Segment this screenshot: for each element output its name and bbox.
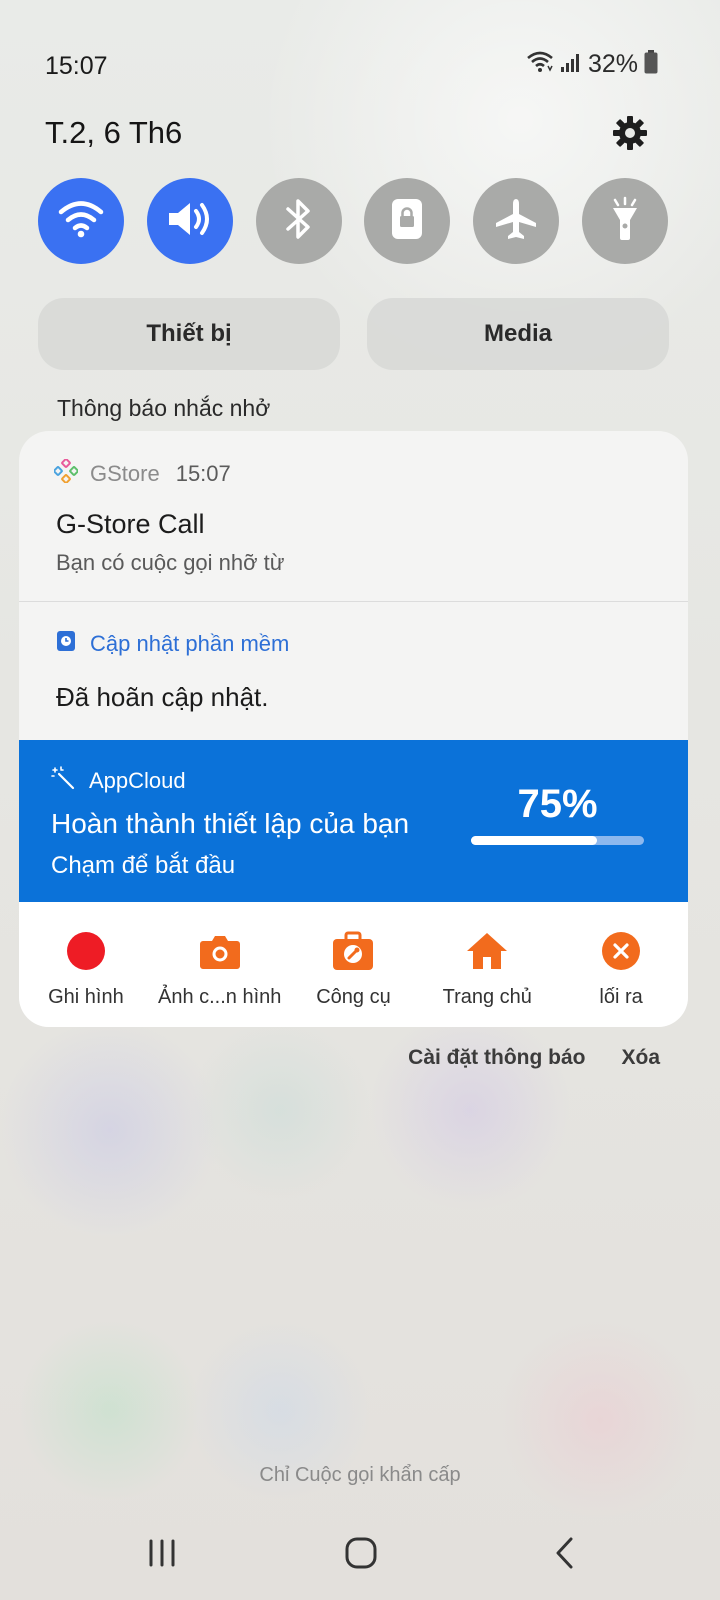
- action-label: lối ra: [599, 986, 643, 1008]
- notification-time: 15:07: [175, 461, 231, 486]
- notification-header: AppCloud: [51, 766, 186, 796]
- app-name: AppCloud: [89, 768, 186, 793]
- screenshot-action[interactable]: Ảnh c...n hình: [153, 902, 287, 1027]
- action-label: Ảnh c...n hình: [157, 986, 282, 1008]
- exit-icon: [600, 930, 642, 972]
- airplane-icon: [493, 196, 539, 247]
- notification-text: Bạn có cuộc gọi nhỡ từ: [56, 550, 285, 575]
- notification-footer: Cài đặt thông báo Xóa: [408, 1046, 660, 1070]
- quick-toggles: [38, 178, 668, 264]
- recent-apps-icon: [147, 1538, 177, 1573]
- software-update-notification[interactable]: Cập nhật phần mềm Đã hoãn cập nhật.: [19, 602, 688, 740]
- notification-card: GStore 15:07 G-Store Call Bạn có cuộc gọ…: [19, 431, 688, 1027]
- media-button[interactable]: Media: [367, 298, 669, 370]
- recent-apps-button[interactable]: [137, 1530, 187, 1580]
- bluetooth-toggle[interactable]: [255, 178, 342, 264]
- software-update-icon: [56, 630, 76, 658]
- clear-all-link[interactable]: Xóa: [621, 1046, 660, 1070]
- device-button[interactable]: Thiết bị: [38, 298, 340, 370]
- battery-percent: 32%: [587, 50, 638, 78]
- bluetooth-icon: [282, 197, 316, 246]
- home-action[interactable]: Trang chủ: [420, 902, 554, 1027]
- notification-header: Cập nhật phần mềm: [56, 630, 289, 658]
- action-label: Trang chủ: [442, 986, 532, 1008]
- flashlight-toggle[interactable]: [581, 178, 668, 264]
- back-button[interactable]: [540, 1530, 590, 1580]
- progress-bar-fill: [471, 836, 598, 845]
- date-label: T.2, 6 Th6: [45, 115, 183, 150]
- wifi-icon: [58, 199, 104, 244]
- camera-icon: [199, 930, 241, 972]
- action-label: Ghi hình: [48, 986, 124, 1008]
- quick-actions-bar: Ghi hình Ảnh c...n hình Công cụ Trang ch…: [19, 902, 688, 1027]
- battery-icon: [644, 50, 658, 79]
- progress-percent: 75%: [517, 782, 598, 826]
- record-icon: [65, 930, 107, 972]
- app-name: GStore: [90, 461, 160, 486]
- exit-action[interactable]: lối ra: [554, 902, 688, 1027]
- magic-wand-icon: [51, 766, 75, 796]
- action-label: Công cụ: [316, 986, 391, 1008]
- section-label: Thông báo nhắc nhở: [57, 395, 271, 421]
- signal-icon: [560, 51, 582, 78]
- notification-title: Hoàn thành thiết lập của bạn: [51, 808, 410, 839]
- progress-bar: [471, 836, 644, 845]
- gstore-icon: [53, 458, 79, 489]
- status-icons: 32%: [526, 50, 658, 79]
- screen-lock-toggle[interactable]: [364, 178, 451, 264]
- notification-text: Đã hoãn cập nhật.: [56, 682, 269, 712]
- speaker-icon: [166, 199, 214, 244]
- notification-settings-link[interactable]: Cài đặt thông báo: [408, 1046, 585, 1070]
- notification-text: Chạm để bắt đầu: [51, 852, 236, 879]
- gstore-notification[interactable]: GStore 15:07 G-Store Call Bạn có cuộc gọ…: [19, 431, 688, 601]
- emergency-calls-label: Chỉ Cuộc gọi khẩn cấp: [259, 1464, 461, 1486]
- wifi-toggle[interactable]: [38, 178, 124, 264]
- notification-header: GStore 15:07: [53, 458, 231, 489]
- home-icon: [466, 930, 508, 972]
- toolbox-icon: [332, 930, 374, 972]
- home-circle-icon: [344, 1536, 378, 1575]
- gear-icon[interactable]: [612, 115, 648, 151]
- airplane-toggle[interactable]: [473, 178, 560, 264]
- navigation-bar: [0, 1520, 720, 1590]
- wifi-icon: [526, 51, 554, 78]
- flashlight-icon: [608, 196, 642, 247]
- back-icon: [551, 1536, 579, 1575]
- appcloud-notification[interactable]: AppCloud Hoàn thành thiết lập của bạn Ch…: [19, 740, 688, 902]
- app-name: Cập nhật phần mềm: [90, 631, 290, 656]
- sound-toggle[interactable]: [146, 178, 233, 264]
- lock-rotate-icon: [390, 197, 424, 246]
- status-time: 15:07: [45, 52, 108, 80]
- tools-action[interactable]: Công cụ: [287, 902, 421, 1027]
- notification-title: G-Store Call: [56, 509, 205, 539]
- home-button[interactable]: [336, 1530, 386, 1580]
- record-action[interactable]: Ghi hình: [19, 902, 153, 1027]
